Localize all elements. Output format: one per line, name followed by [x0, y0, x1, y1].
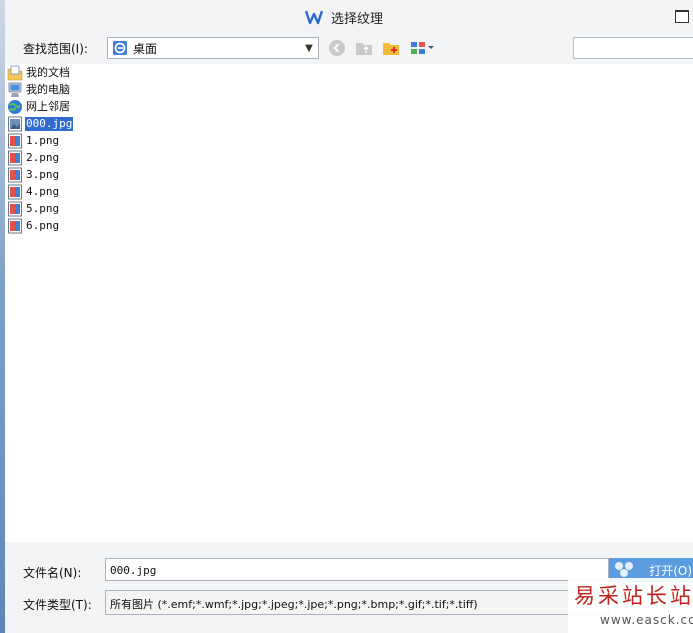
lookin-value: 桌面: [133, 41, 158, 56]
list-item[interactable]: 5.png: [7, 201, 60, 217]
watermark-title: 易采站长站: [574, 584, 693, 608]
window-title: 选择纹理: [331, 11, 384, 27]
up-folder-icon: [356, 43, 372, 55]
wps-logo-icon: [305, 10, 323, 25]
list-item[interactable]: 6.png: [7, 218, 60, 234]
list-item[interactable]: 000.jpg: [7, 116, 75, 132]
list-item[interactable]: 我的电脑: [7, 82, 71, 98]
back-button[interactable]: [327, 39, 347, 57]
maximize-button[interactable]: [675, 10, 689, 23]
up-folder-button[interactable]: [354, 39, 374, 57]
my-computer-icon: [8, 82, 22, 97]
title-group: 选择纹理: [305, 8, 384, 27]
chevron-down-icon[interactable]: ▼: [300, 43, 318, 54]
file-name: 我的电脑: [26, 83, 70, 96]
image-file-icon: [8, 184, 22, 200]
image-file-icon: [8, 167, 22, 183]
file-name: 我的文档: [26, 66, 70, 79]
image-file-icon: [8, 133, 22, 149]
filetype-select[interactable]: 所有图片 (*.emf;*.wmf;*.jpg;*.jpeg;*.jpe;*.p…: [105, 590, 609, 615]
search-input[interactable]: [573, 37, 693, 59]
list-item[interactable]: 我的文档: [7, 65, 71, 81]
network-icon: [8, 100, 22, 114]
list-item[interactable]: 3.png: [7, 167, 60, 183]
file-name: 1.png: [26, 134, 60, 147]
file-name: 000.jpg: [23, 116, 75, 132]
filetype-label: 文件类型(T):: [23, 598, 92, 612]
image-file-icon: [8, 218, 22, 234]
watermark-url: www.easck.com: [600, 613, 693, 627]
list-item[interactable]: 1.png: [7, 133, 60, 149]
file-name: 3.png: [26, 168, 60, 181]
filename-field[interactable]: 000.jpg: [105, 558, 609, 581]
view-menu-icon: [411, 42, 434, 54]
file-name: 4.png: [26, 185, 60, 198]
view-menu-button[interactable]: [409, 39, 437, 57]
file-name: 2.png: [26, 151, 60, 164]
watermark: 易采站长站 www.easck.com: [568, 578, 693, 633]
title-bar: 选择纹理: [5, 0, 693, 34]
open-button-decoration-icon: [615, 562, 633, 577]
my-documents-icon: [7, 65, 23, 81]
desktop-icon: [113, 41, 127, 55]
image-file-icon: [8, 116, 22, 132]
file-name: 5.png: [26, 202, 60, 215]
list-item[interactable]: 2.png: [7, 150, 60, 166]
lookin-combo[interactable]: 桌面 ▼: [107, 37, 319, 59]
image-file-icon: [8, 150, 22, 166]
image-file-icon: [8, 201, 22, 217]
lookin-label: 查找范围(I):: [23, 42, 88, 56]
file-list[interactable]: 我的文档 我的电脑 网上邻居 000.jpg 1.png 2.png 3.png…: [5, 64, 693, 542]
file-name: 6.png: [26, 219, 60, 232]
new-folder-button[interactable]: [381, 39, 401, 57]
filename-label: 文件名(N):: [23, 566, 82, 580]
list-item[interactable]: 4.png: [7, 184, 60, 200]
back-icon: [329, 40, 345, 56]
list-item[interactable]: 网上邻居: [7, 99, 71, 115]
new-folder-icon: [383, 43, 399, 55]
open-button-label: 打开(O): [649, 563, 692, 578]
toolbar: 查找范围(I): 桌面 ▼: [5, 34, 693, 64]
file-name: 网上邻居: [26, 100, 70, 113]
